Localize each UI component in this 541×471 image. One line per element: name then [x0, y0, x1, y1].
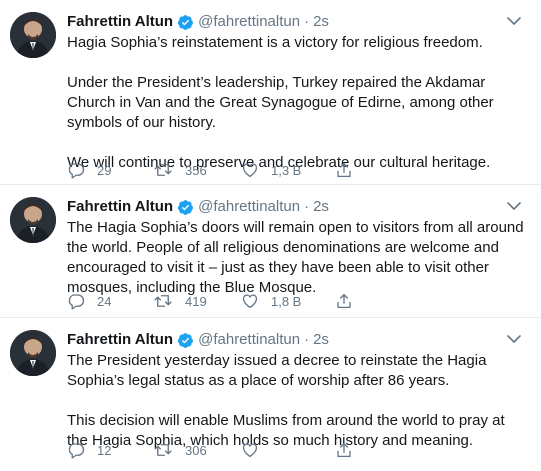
chevron-down-icon[interactable] — [505, 14, 523, 28]
verified-badge-icon — [178, 199, 194, 215]
separator-dot: · — [304, 198, 310, 215]
avatar[interactable] — [10, 330, 56, 376]
tweet-feed: Fahrettin Altun @fahrettinaltun · 2s Hag… — [0, 0, 541, 471]
tweet-paragraph: Hagia Sophia’s reinstatement is a victor… — [67, 34, 483, 51]
heart-icon — [242, 294, 258, 309]
tweet[interactable]: Fahrettin Altun @fahrettinaltun · 2s The… — [0, 185, 541, 318]
share-button[interactable] — [335, 440, 365, 460]
tweet-paragraph: The Hagia Sophia’s doors will remain ope… — [67, 219, 524, 296]
tweet-header: Fahrettin Altun @fahrettinaltun · 2s — [67, 330, 329, 350]
separator-dot: · — [304, 331, 310, 348]
avatar-photo-icon — [10, 330, 56, 376]
tweet-header: Fahrettin Altun @fahrettinaltun · 2s — [67, 197, 329, 217]
tweet[interactable]: Fahrettin Altun @fahrettinaltun · 2s The… — [0, 318, 541, 471]
like-button[interactable] — [241, 440, 271, 460]
tweet-text: Hagia Sophia’s reinstatement is a victor… — [67, 33, 529, 173]
verified-badge-icon — [178, 14, 194, 30]
heart-icon — [242, 163, 258, 178]
author-name[interactable]: Fahrettin Altun — [67, 12, 173, 32]
retweet-icon — [154, 164, 172, 176]
tweet-timestamp[interactable]: 2s — [313, 12, 329, 32]
share-button[interactable] — [335, 291, 365, 311]
tweet-actions: 24 419 1,8 B — [67, 291, 529, 311]
tweet-actions: 12 306 — [67, 440, 529, 460]
heart-icon — [242, 443, 258, 458]
avatar-photo-icon — [10, 197, 56, 243]
tweet-header: Fahrettin Altun @fahrettinaltun · 2s — [67, 12, 329, 32]
tweet-text: The Hagia Sophia’s doors will remain ope… — [67, 218, 529, 298]
reply-count: 12 — [97, 442, 112, 458]
chevron-down-icon[interactable] — [505, 332, 523, 346]
author-handle[interactable]: @fahrettinaltun — [198, 197, 300, 217]
tweet-paragraph: The President yesterday issued a decree … — [67, 352, 487, 389]
like-button[interactable]: 1,3 B — [241, 160, 301, 180]
tweet-timestamp[interactable]: 2s — [313, 330, 329, 350]
tweet[interactable]: Fahrettin Altun @fahrettinaltun · 2s Hag… — [0, 0, 541, 185]
separator-dot: · — [304, 13, 310, 30]
retweet-button[interactable]: 306 — [153, 440, 207, 460]
tweet-paragraph: Under the President’s leadership, Turkey… — [67, 74, 494, 131]
retweet-count: 356 — [185, 162, 207, 178]
like-button[interactable]: 1,8 B — [241, 291, 301, 311]
reply-icon — [68, 443, 85, 459]
share-icon — [337, 162, 351, 178]
like-count: 1,8 B — [271, 293, 302, 309]
chevron-down-icon[interactable] — [505, 199, 523, 213]
retweet-count: 306 — [185, 442, 207, 458]
share-button[interactable] — [335, 160, 365, 180]
like-count: 1,3 B — [271, 162, 302, 178]
reply-icon — [68, 163, 85, 179]
retweet-icon — [154, 295, 172, 307]
author-name[interactable]: Fahrettin Altun — [67, 330, 173, 350]
tweet-text: The President yesterday issued a decree … — [67, 351, 529, 451]
avatar[interactable] — [10, 12, 56, 58]
avatar[interactable] — [10, 197, 56, 243]
tweet-timestamp[interactable]: 2s — [313, 197, 329, 217]
reply-count: 24 — [97, 293, 112, 309]
reply-button[interactable]: 12 — [67, 440, 111, 460]
reply-button[interactable]: 24 — [67, 291, 111, 311]
retweet-count: 419 — [185, 293, 207, 309]
author-name[interactable]: Fahrettin Altun — [67, 197, 173, 217]
share-icon — [337, 442, 351, 458]
retweet-button[interactable]: 356 — [153, 160, 207, 180]
reply-count: 29 — [97, 162, 112, 178]
author-handle[interactable]: @fahrettinaltun — [198, 12, 300, 32]
reply-icon — [68, 294, 85, 310]
author-handle[interactable]: @fahrettinaltun — [198, 330, 300, 350]
avatar-photo-icon — [10, 12, 56, 58]
tweet-actions: 29 356 1,3 B — [67, 160, 529, 180]
retweet-button[interactable]: 419 — [153, 291, 207, 311]
retweet-icon — [154, 444, 172, 456]
reply-button[interactable]: 29 — [67, 160, 111, 180]
verified-badge-icon — [178, 332, 194, 348]
share-icon — [337, 293, 351, 309]
